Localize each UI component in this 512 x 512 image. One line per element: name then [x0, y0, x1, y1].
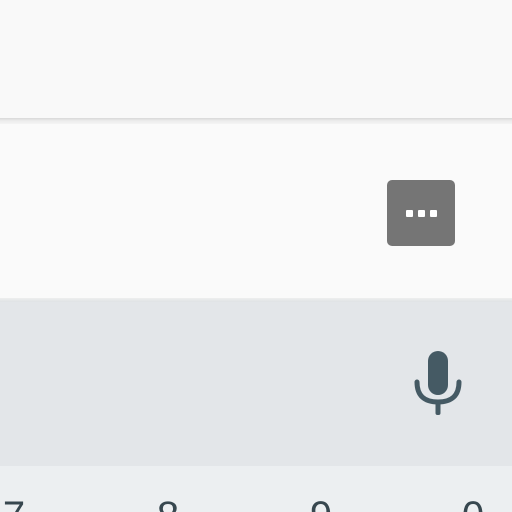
- microphone-icon: [414, 351, 462, 415]
- key-7[interactable]: 7: [0, 496, 44, 512]
- more-options-button[interactable]: [387, 180, 455, 246]
- messaging-screen: 7 8 9 0: [0, 0, 512, 512]
- voice-input-button[interactable]: [410, 348, 466, 420]
- more-horizontal-icon: [417, 209, 425, 217]
- key-9[interactable]: 9: [291, 496, 351, 512]
- more-horizontal-icon: [429, 209, 437, 217]
- conversation-area: [0, 0, 512, 118]
- more-horizontal-icon: [405, 209, 413, 217]
- keyboard-number-row: 7 8 9 0: [0, 466, 512, 512]
- key-8[interactable]: 8: [138, 496, 198, 512]
- key-0[interactable]: 0: [443, 496, 503, 512]
